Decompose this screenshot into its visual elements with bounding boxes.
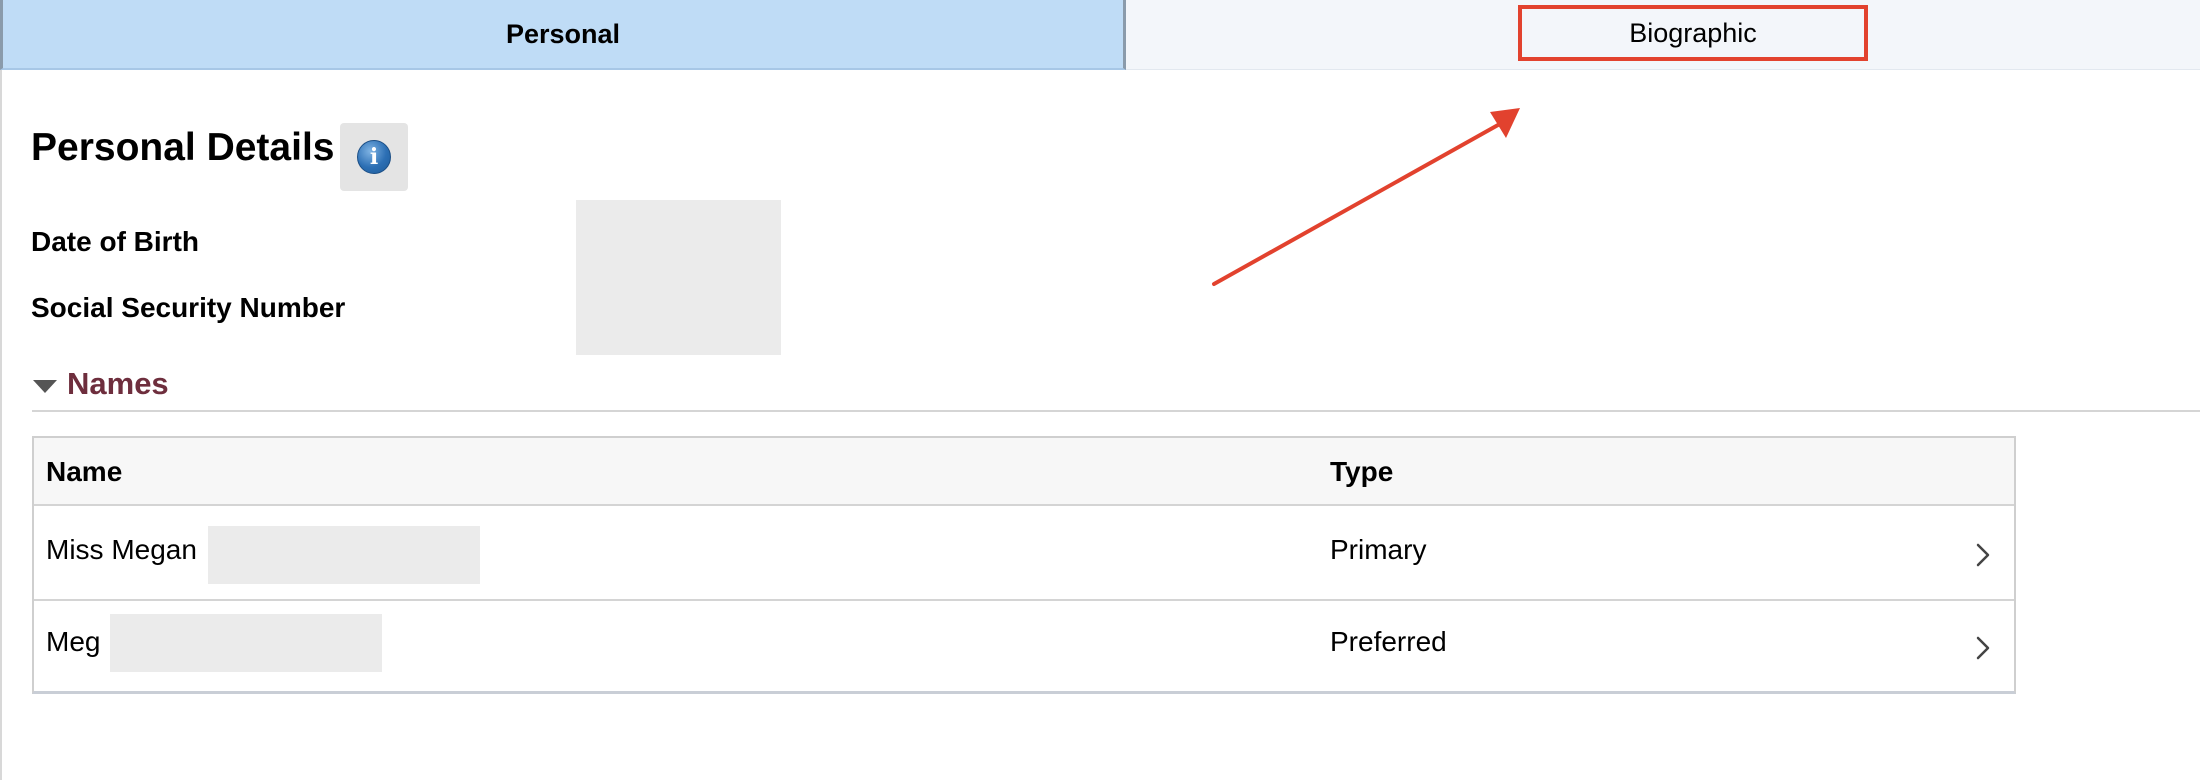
tab-biographic-label: Biographic — [1518, 5, 1868, 61]
page: Personal Biographic Personal Details i D… — [0, 0, 2200, 780]
page-title: Personal Details — [31, 126, 335, 169]
info-icon: i — [357, 140, 391, 174]
names-section-toggle[interactable]: Names — [33, 366, 169, 402]
redacted-surname — [110, 614, 382, 672]
page-left-border — [0, 70, 2, 780]
info-button[interactable]: i — [340, 123, 408, 191]
table-row[interactable]: Miss Megan Primary — [34, 506, 2014, 601]
chevron-right-icon[interactable] — [1972, 540, 1994, 570]
name-cell: Miss Megan — [46, 534, 197, 565]
tab-bar: Personal Biographic — [0, 0, 2200, 70]
names-section-title: Names — [67, 366, 169, 401]
table-row[interactable]: Meg Preferred — [34, 601, 2014, 693]
chevron-right-icon[interactable] — [1972, 633, 1994, 663]
redacted-values — [576, 200, 781, 355]
tab-personal[interactable]: Personal — [0, 0, 1126, 70]
redacted-surname — [208, 526, 480, 584]
tab-biographic[interactable]: Biographic — [1126, 0, 2200, 70]
type-cell: Preferred — [1330, 626, 1447, 657]
date-of-birth-label: Date of Birth — [31, 226, 199, 257]
column-header-name: Name — [46, 456, 123, 487]
ssn-label: Social Security Number — [31, 292, 346, 323]
names-table: Name Type Miss Megan Primary Meg Preferr… — [32, 436, 2016, 694]
type-cell: Primary — [1330, 534, 1427, 565]
table-header: Name Type — [34, 438, 2014, 506]
column-header-type: Type — [1330, 456, 1394, 487]
section-divider — [32, 410, 2200, 412]
name-cell: Meg — [46, 626, 101, 657]
triangle-down-icon — [33, 379, 57, 393]
tab-personal-label: Personal — [505, 18, 621, 49]
